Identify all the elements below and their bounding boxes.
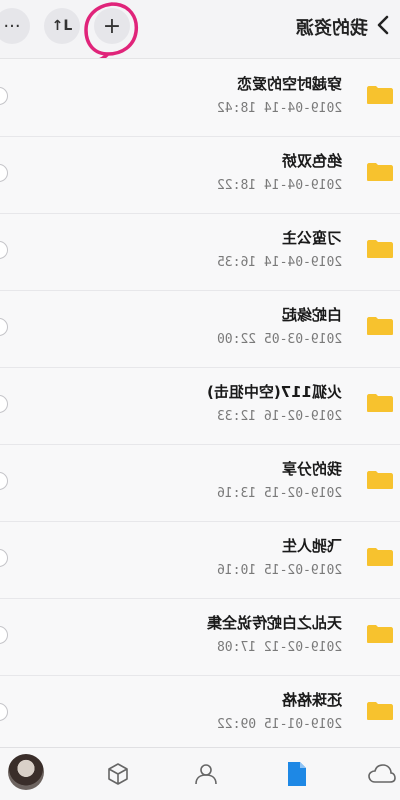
select-radio[interactable] [0, 318, 8, 336]
file-row[interactable]: 白蛇缘起 2019-03-05 22:00 [0, 290, 400, 368]
file-date: 2019-04-14 16:35 [216, 255, 342, 270]
file-date: 2019-02-15 13:16 [216, 486, 342, 501]
folder-icon [367, 625, 393, 643]
folder-icon [367, 471, 393, 489]
nav-item-cloud[interactable] [362, 754, 400, 794]
file-name: 还珠格格 [281, 691, 342, 709]
nav-item-friends[interactable] [186, 754, 226, 794]
cloud-icon [368, 764, 396, 783]
file-name: 天乩之白蛇传说全集 [206, 614, 342, 632]
people-icon [195, 764, 217, 785]
folder-icon [367, 240, 393, 258]
plus-icon: + [102, 13, 122, 39]
back-button[interactable] [372, 10, 394, 40]
file-name: 我的分享 [281, 460, 342, 478]
select-radio[interactable] [0, 626, 8, 644]
chevron-left-icon [377, 15, 389, 35]
file-icon [288, 762, 306, 786]
cube-icon [108, 763, 128, 785]
file-name: 穿越时空的爱恋 [236, 75, 342, 93]
file-name: 白蛇缘起 [281, 306, 342, 324]
file-date: 2019-02-15 10:16 [216, 563, 342, 578]
select-radio[interactable] [0, 164, 8, 182]
select-radio[interactable] [0, 703, 8, 721]
folder-icon [367, 394, 393, 412]
select-radio[interactable] [0, 472, 8, 490]
page-title: 我的资源 [296, 18, 368, 39]
file-name: 绝色双娇 [281, 152, 342, 170]
file-row[interactable]: 穿越时空的爱恋 2019-04-14 18:42 [0, 59, 400, 137]
add-button[interactable]: + [94, 8, 130, 44]
file-date: 2019-04-14 18:42 [216, 101, 342, 116]
select-radio[interactable] [0, 549, 8, 567]
more-icon: ··· [3, 15, 21, 37]
folder-icon [367, 163, 393, 181]
nav-item-files[interactable] [276, 754, 316, 794]
folder-icon [367, 86, 393, 104]
file-row[interactable]: 刁蛮公主 2019-04-14 16:35 [0, 213, 400, 291]
file-date: 2019-01-15 09:22 [216, 717, 342, 732]
sort-button[interactable]: ↑L [44, 8, 80, 44]
folder-icon [367, 548, 393, 566]
file-name: 火狐117(空中狙击) [206, 383, 342, 401]
nav-item-discover[interactable] [98, 754, 138, 794]
file-row[interactable]: 还珠格格 2019-01-15 09:22 [0, 675, 400, 753]
folder-icon [367, 702, 393, 720]
file-row[interactable]: 我的分享 2019-02-15 13:16 [0, 444, 400, 522]
screen: ··· ↑L + 我的资源 穿越时空的爱恋 2019-04-14 18:42 绝色双… [0, 0, 400, 800]
sort-icon: ↑L [51, 18, 73, 34]
file-date: 2019-03-05 22:00 [216, 332, 342, 347]
file-name: 飞驰人生 [281, 537, 342, 555]
select-radio[interactable] [0, 395, 8, 413]
file-row[interactable]: 飞驰人生 2019-02-15 10:16 [0, 521, 400, 599]
file-date: 2019-04-14 18:22 [216, 178, 342, 193]
bottom-nav [0, 747, 400, 800]
file-date: 2019-02-16 12:33 [216, 409, 342, 424]
select-radio[interactable] [0, 241, 8, 259]
file-row[interactable]: 天乩之白蛇传说全集 2019-02-12 17:08 [0, 598, 400, 676]
file-row[interactable]: 火狐117(空中狙击) 2019-02-16 12:33 [0, 367, 400, 445]
avatar[interactable] [8, 754, 44, 790]
file-list: 穿越时空的爱恋 2019-04-14 18:42 绝色双娇 2019-04-14 18… [0, 58, 400, 753]
select-radio[interactable] [0, 87, 8, 105]
file-row[interactable]: 绝色双娇 2019-04-14 18:22 [0, 136, 400, 214]
file-date: 2019-02-12 17:08 [216, 640, 342, 655]
folder-icon [367, 317, 393, 335]
header: ··· ↑L + 我的资源 [0, 0, 400, 62]
more-button[interactable]: ··· [0, 8, 30, 44]
file-name: 刁蛮公主 [281, 229, 342, 247]
